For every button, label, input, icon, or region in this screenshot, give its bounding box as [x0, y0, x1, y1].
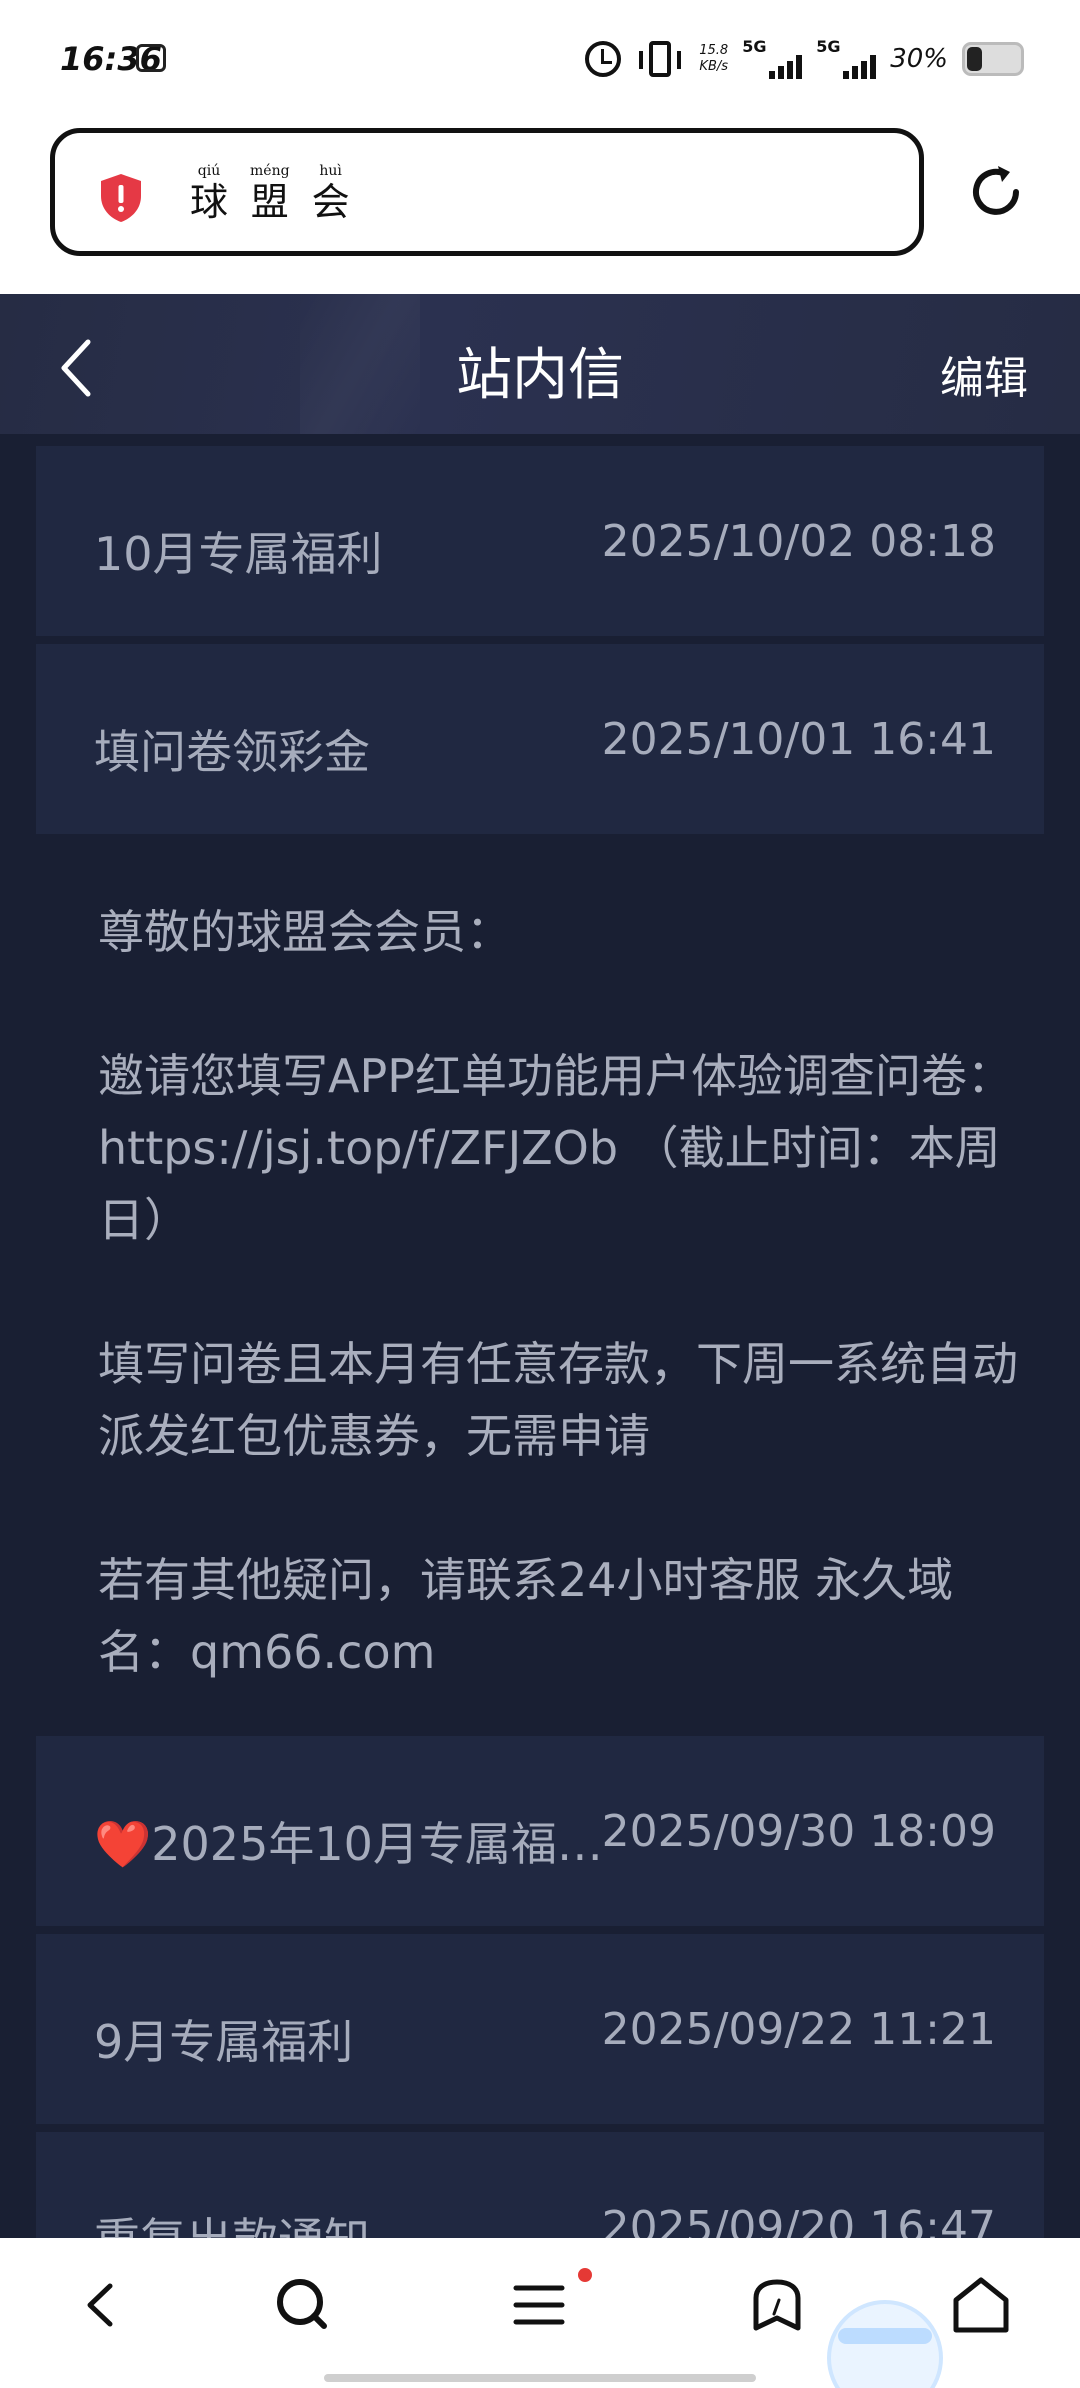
refresh-icon[interactable] — [964, 160, 1028, 224]
menu-icon[interactable] — [504, 2270, 574, 2340]
app-header: 站内信 编辑 — [0, 294, 1080, 434]
site-title: qiú 球 méng 盟 huì 会 — [190, 163, 350, 225]
shield-warning-icon[interactable] — [97, 172, 145, 224]
signal-sim1-icon: 5G — [742, 37, 803, 79]
title-char: huì 会 — [311, 163, 350, 224]
message-title: 填问卷领彩金 — [94, 725, 370, 779]
title-char: qiú 球 — [190, 163, 229, 224]
browser-bottom-nav — [0, 2238, 1080, 2388]
message-title: 10月专属福利 — [94, 527, 383, 581]
message-title: ❤️2025年10月专属福… — [94, 1817, 603, 1871]
message-row[interactable]: 9月专属福利 2025/09/22 11:21 — [36, 1934, 1044, 2124]
net-speed: 15.8 KB/s — [699, 43, 728, 75]
address-bar[interactable]: qiú 球 méng 盟 huì 会 — [50, 128, 924, 256]
vibrate-icon — [639, 41, 682, 77]
status-bar: 16:36 15.8 KB/s 5G 5G 30% — [0, 0, 1080, 120]
message-time: 2025/09/30 18:09 — [601, 1806, 996, 1857]
message-paragraph: 若有其他疑问，请联系24小时客服 永久域名：qm66.com — [98, 1553, 954, 1679]
sim1-label: 5G — [742, 37, 767, 56]
message-title: 9月专属福利 — [94, 2015, 354, 2069]
mascot-icon — [827, 2300, 943, 2388]
message-paragraph: 填写问卷且本月有任意存款，下周一系统自动派发红包优惠券，无需申请 — [98, 1337, 1018, 1463]
home-icon[interactable] — [946, 2270, 1016, 2340]
message-title: 重复出款通知 — [94, 2204, 370, 2238]
message-time: 2025/10/02 08:18 — [601, 516, 996, 567]
message-row[interactable]: 填问卷领彩金 2025/10/01 16:41 — [36, 644, 1044, 834]
message-row[interactable]: 重复出款通知 2025/09/20 16:47 — [36, 2132, 1044, 2238]
message-time: 2025/09/22 11:21 — [601, 2004, 996, 2055]
battery-fill — [967, 47, 983, 71]
message-row[interactable]: ❤️2025年10月专属福… 2025/09/30 18:09 — [36, 1736, 1044, 1926]
menu-notification-dot — [578, 2268, 592, 2282]
status-right-group: 15.8 KB/s 5G 5G 30% — [585, 36, 1024, 82]
message-row[interactable]: 10月专属福利 2025/10/02 08:18 — [36, 446, 1044, 636]
notification-icon — [136, 44, 166, 72]
message-paragraph[interactable]: 邀请您填写APP红单功能用户体验调查问卷：https://jsj.top/f/Z… — [98, 1040, 1018, 1256]
battery-percent: 30% — [890, 44, 948, 74]
net-speed-value: 15.8 — [699, 43, 729, 58]
message-greeting: 尊敬的球盟会会员： — [98, 905, 512, 959]
page-title: 站内信 — [456, 343, 624, 408]
edit-button[interactable]: 编辑 — [940, 342, 1028, 406]
net-speed-unit: KB/s — [699, 59, 729, 74]
message-body: 尊敬的球盟会会员： 邀请您填写APP红单功能用户体验调查问卷：https://j… — [98, 896, 1018, 1760]
message-time: 2025/10/01 16:41 — [601, 714, 996, 765]
alarm-icon — [585, 41, 622, 77]
battery-icon — [962, 42, 1024, 76]
browser-toolbar: qiú 球 méng 盟 huì 会 — [0, 120, 1080, 294]
home-indicator[interactable] — [324, 2374, 756, 2382]
signal-sim2-icon: 5G — [816, 37, 877, 79]
search-icon[interactable] — [268, 2270, 338, 2340]
nav-back-icon[interactable] — [66, 2270, 136, 2340]
message-time: 2025/09/20 16:47 — [601, 2202, 996, 2238]
tabs-icon[interactable] — [742, 2270, 812, 2340]
sim2-label: 5G — [816, 37, 841, 56]
title-char: méng 盟 — [250, 163, 290, 224]
